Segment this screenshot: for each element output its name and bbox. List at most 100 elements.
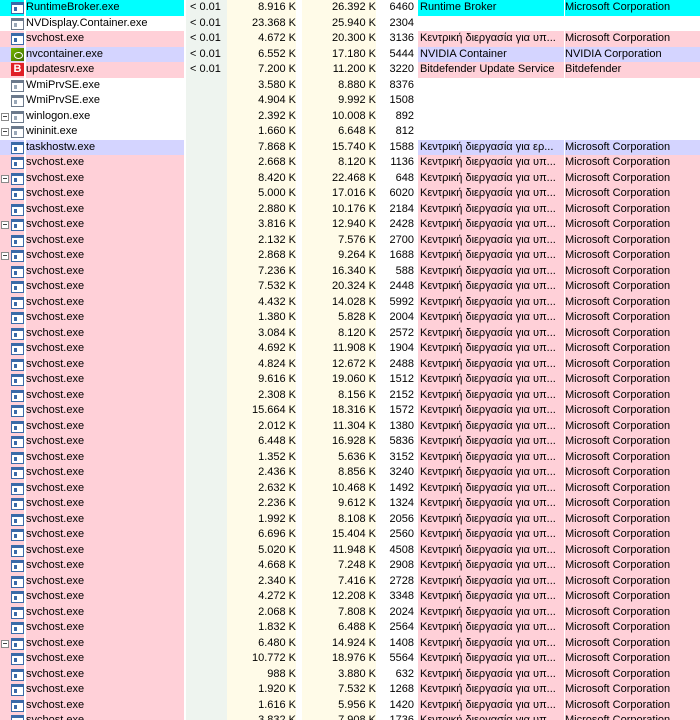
process-description: Κεντρική διεργασία για υπ...: [418, 201, 564, 217]
tree-toggle[interactable]: [0, 635, 10, 651]
process-name: svchost.exe: [26, 170, 184, 186]
process-row[interactable]: svchost.exe 2.436 K 8.856 K 3240 Κεντρική δι…: [0, 465, 700, 481]
process-id: 3152: [389, 450, 414, 463]
process-name: svchost.exe: [26, 682, 184, 698]
process-list[interactable]: RuntimeBroker.exe < 0.01 8.916 K 26.392 K 64…: [0, 0, 700, 720]
company-name: Microsoft Corporation: [565, 0, 700, 16]
collapse-icon[interactable]: [1, 639, 9, 648]
private-bytes: 4.904 K: [227, 93, 296, 109]
process-id: 2564: [389, 621, 414, 633]
process-row[interactable]: svchost.exe 6.448 K 16.928 K 5836 Κεντρική δ…: [0, 434, 700, 450]
tree-toggle[interactable]: [0, 124, 10, 140]
collapse-icon[interactable]: [1, 221, 9, 229]
process-row[interactable]: svchost.exe 2.068 K 7.808 K 2024 Κεντρική δι…: [0, 604, 700, 620]
process-row[interactable]: svchost.exe 3.816 K 12.940 K 2428 Κεντρική δ…: [0, 217, 700, 233]
process-row[interactable]: svchost.exe 15.664 K 18.316 K 1572 Κεντρική …: [0, 403, 700, 419]
tree-toggle: [0, 604, 10, 620]
cpu-usage: < 0.01: [186, 62, 227, 78]
process-row[interactable]: svchost.exe 4.824 K 12.672 K 2488 Κεντρική δ…: [0, 356, 700, 372]
process-row[interactable]: svchost.exe 2.632 K 10.468 K 1492 Κεντρική δ…: [0, 480, 700, 496]
process-row[interactable]: svchost.exe 2.340 K 7.416 K 2728 Κεντρική δι…: [0, 573, 700, 589]
collapse-icon[interactable]: [1, 112, 9, 121]
process-row[interactable]: RuntimeBroker.exe < 0.01 8.916 K 26.392 K 64…: [0, 0, 700, 16]
process-row[interactable]: WmiPrvSE.exe 3.580 K 8.880 K 8376: [0, 77, 700, 93]
process-row[interactable]: svchost.exe 2.132 K 7.576 K 2700 Κεντρική δι…: [0, 232, 700, 248]
process-name: svchost.exe: [26, 232, 184, 248]
company-name: [565, 16, 700, 32]
private-bytes: 8.916 K: [227, 0, 296, 16]
process-row[interactable]: svchost.exe 2.012 K 11.304 K 1380 Κεντρική δ…: [0, 418, 700, 434]
process-id: 2448: [389, 280, 414, 292]
tree-toggle: [0, 511, 10, 527]
company-name: Microsoft Corporation: [565, 449, 700, 465]
collapse-icon[interactable]: [1, 174, 9, 183]
process-row[interactable]: svchost.exe 1.352 K 5.636 K 3152 Κεντρική δι…: [0, 449, 700, 465]
working-set: 7.416 K: [302, 573, 376, 589]
working-set: 20.300 K: [302, 31, 376, 47]
process-row[interactable]: svchost.exe 7.236 K 16.340 K 588 Κεντρική δι…: [0, 263, 700, 279]
working-set: 25.940 K: [302, 15, 376, 31]
cpu-usage: [186, 108, 227, 124]
process-row[interactable]: nvcontainer.exe < 0.01 6.552 K 17.180 K 5444…: [0, 46, 700, 62]
process-description: NVIDIA Container: [418, 46, 564, 62]
process-id: 2056: [389, 512, 414, 525]
process-description: Κεντρική διεργασία για υπ...: [418, 465, 564, 481]
process-row[interactable]: svchost.exe 1.616 K 5.956 K 1420 Κεντρική δι…: [0, 697, 700, 713]
process-row[interactable]: svchost.exe 2.868 K 9.264 K 1688 Κεντρική δι…: [0, 248, 700, 264]
process-row[interactable]: svchost.exe 2.308 K 8.156 K 2152 Κεντρική δι…: [0, 387, 700, 403]
process-row[interactable]: svchost.exe 7.532 K 20.324 K 2448 Κεντρική δ…: [0, 279, 700, 295]
process-row[interactable]: svchost.exe 1.992 K 8.108 K 2056 Κεντρική δι…: [0, 511, 700, 527]
process-row[interactable]: WmiPrvSE.exe 4.904 K 9.992 K 1508: [0, 93, 700, 109]
window-icon: [11, 637, 24, 650]
process-icon-cell: [10, 682, 24, 698]
company-name: Microsoft Corporation: [565, 558, 700, 574]
process-row[interactable]: svchost.exe < 0.01 4.672 K 20.300 K 3136 Κεντ…: [0, 31, 700, 47]
window-icon: [11, 79, 24, 92]
working-set: 6.648 K: [302, 124, 376, 140]
process-row[interactable]: svchost.exe 1.920 K 7.532 K 1268 Κεντρική δι…: [0, 682, 700, 698]
tree-toggle[interactable]: [0, 109, 10, 125]
process-row[interactable]: winlogon.exe 2.392 K 10.008 K 892: [0, 108, 700, 125]
tree-toggle[interactable]: [0, 170, 10, 186]
collapse-icon[interactable]: [1, 252, 9, 260]
process-id: 1508: [382, 93, 414, 109]
process-row[interactable]: svchost.exe 3.832 K 7.908 K 1736 Κεντρική δι…: [0, 713, 700, 720]
process-row[interactable]: svchost.exe 4.432 K 14.028 K 5992 Κεντρική δ…: [0, 294, 700, 310]
process-row[interactable]: wininit.exe 1.660 K 6.648 K 812: [0, 124, 700, 140]
process-row[interactable]: svchost.exe 5.020 K 11.948 K 4508 Κεντρική δ…: [0, 542, 700, 558]
process-row[interactable]: svchost.exe 4.272 K 12.208 K 3348 Κεντρική δ…: [0, 589, 700, 605]
cpu-usage: [186, 356, 227, 372]
process-row[interactable]: svchost.exe 8.420 K 22.468 K 648 Κεντρική δι…: [0, 170, 700, 186]
process-row[interactable]: svchost.exe 10.772 K 18.976 K 5564 Κεντρική …: [0, 651, 700, 667]
process-description: Κεντρική διεργασία για υπ...: [418, 155, 564, 171]
process-row[interactable]: Bupdatesrv.exe < 0.01 7.200 K 11.200 K 3220 B…: [0, 62, 700, 78]
process-row[interactable]: svchost.exe 2.668 K 8.120 K 1136 Κεντρική δι…: [0, 155, 700, 171]
process-row[interactable]: svchost.exe 2.236 K 9.612 K 1324 Κεντρική δι…: [0, 496, 700, 512]
private-bytes: 2.436 K: [227, 465, 296, 481]
tree-toggle[interactable]: [0, 248, 10, 264]
process-row[interactable]: svchost.exe 1.380 K 5.828 K 2004 Κεντρική δι…: [0, 310, 700, 326]
process-row[interactable]: svchost.exe 9.616 K 19.060 K 1512 Κεντρική δ…: [0, 372, 700, 388]
working-set: 8.880 K: [302, 77, 376, 93]
process-description: Κεντρική διεργασία για υπ...: [418, 403, 564, 419]
process-description: Κεντρική διεργασία για υπ...: [418, 170, 564, 186]
process-row[interactable]: svchost.exe 3.084 K 8.120 K 2572 Κεντρική δι…: [0, 325, 700, 341]
process-row[interactable]: svchost.exe 4.692 K 11.908 K 1904 Κεντρική δ…: [0, 341, 700, 357]
collapse-icon[interactable]: [1, 128, 9, 136]
process-row[interactable]: taskhostw.exe 7.868 K 15.740 K 1588 Κεντρική…: [0, 139, 700, 155]
process-row[interactable]: svchost.exe 1.832 K 6.488 K 2564 Κεντρική δι…: [0, 620, 700, 636]
process-row[interactable]: svchost.exe 6.480 K 14.924 K 1408 Κεντρική δ…: [0, 635, 700, 651]
process-row[interactable]: svchost.exe 6.696 K 15.404 K 2560 Κεντρική δ…: [0, 527, 700, 543]
tree-toggle: [0, 449, 10, 465]
tree-toggle: [0, 0, 10, 16]
process-row[interactable]: svchost.exe 5.000 K 17.016 K 6020 Κεντρική δ…: [0, 186, 700, 202]
process-row[interactable]: svchost.exe 2.880 K 10.176 K 2184 Κεντρική δ…: [0, 201, 700, 217]
process-row[interactable]: NVDisplay.Container.exe < 0.01 23.368 K 25.…: [0, 15, 700, 32]
process-row[interactable]: svchost.exe 4.668 K 7.248 K 2908 Κεντρική δι…: [0, 558, 700, 574]
tree-toggle[interactable]: [0, 217, 10, 233]
process-row[interactable]: svchost.exe 988 K 3.880 K 632 Κεντρική διεργ…: [0, 666, 700, 682]
working-set: 16.928 K: [302, 434, 376, 450]
private-bytes: 5.000 K: [227, 186, 296, 202]
working-set: 11.948 K: [302, 542, 376, 558]
working-set: 14.028 K: [302, 294, 376, 310]
